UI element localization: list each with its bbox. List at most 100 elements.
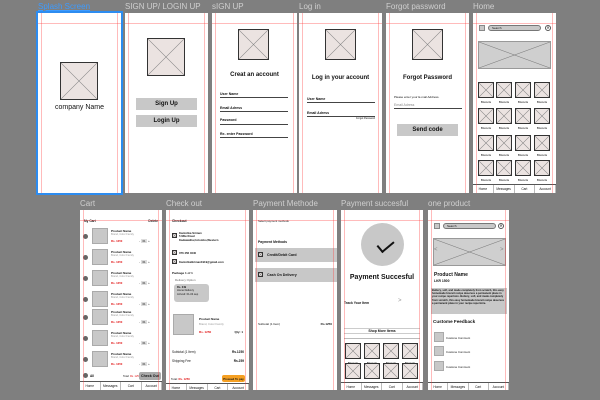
close-icon[interactable]: ✕ (498, 223, 504, 229)
chevron-right-icon[interactable]: > (500, 247, 504, 253)
quantity-stepper[interactable]: -01 + (139, 239, 150, 243)
product-tile-image[interactable] (478, 160, 494, 176)
shipping-address[interactable]: Kanishka Sriman 5 Mile Road Kadawatha,Co… (179, 231, 218, 242)
product-tile-image[interactable] (534, 160, 550, 176)
frame-label-checkout[interactable]: Check out (166, 199, 202, 208)
nav-item-home[interactable]: Home (473, 185, 494, 193)
nav-item-cart[interactable]: Cart (515, 185, 536, 193)
nav-item-account[interactable]: Account (403, 383, 423, 390)
nav-item-account[interactable]: Account (535, 185, 556, 193)
nav-item-messages[interactable]: Messages (448, 383, 469, 390)
product-tile-image[interactable] (515, 108, 531, 124)
minus-button[interactable]: - (139, 341, 140, 345)
reenter-password-field[interactable] (220, 137, 288, 138)
nav-item-cart[interactable]: Cart (121, 382, 142, 390)
frame-checkout[interactable]: Checkout Kanishka Sriman 5 Mile Road Kad… (166, 210, 249, 390)
product-tile-image[interactable] (534, 82, 550, 98)
nav-item-cart[interactable]: Cart (469, 383, 489, 390)
check-out-button[interactable]: Check Out (139, 372, 161, 380)
minus-button[interactable]: - (139, 260, 140, 264)
frame-label-payment-success[interactable]: Payment succesful (341, 199, 408, 208)
username-field[interactable] (307, 102, 375, 103)
chevron-right-icon[interactable]: > (398, 298, 402, 304)
frame-forgot-password[interactable]: Forgot Password Please enter your E-mail… (386, 13, 469, 193)
product-tile-image[interactable] (496, 108, 512, 124)
frame-product[interactable]: Search ✕ < > Product Name LKR 1500 Butte… (428, 210, 509, 390)
frame-label-forgot[interactable]: Forgot password (386, 2, 446, 11)
product-tile-image[interactable] (402, 343, 418, 359)
quantity-stepper[interactable]: -01 + (139, 341, 150, 345)
nav-item-cart[interactable]: Cart (382, 383, 403, 390)
product-tile-image[interactable] (496, 82, 512, 98)
product-tile-image[interactable] (345, 363, 361, 379)
frame-label-signup[interactable]: sIGN UP (212, 2, 244, 11)
item-select-checkbox[interactable] (83, 315, 88, 320)
quantity-stepper[interactable]: -01 + (139, 320, 150, 324)
frame-login[interactable]: Log in your account User Name Email Adre… (299, 13, 382, 193)
product-tile-image[interactable] (402, 363, 418, 379)
product-tile-image[interactable] (515, 160, 531, 176)
frame-home[interactable]: Search ✕ Biscuits Biscuits Biscuits Biscuit… (473, 13, 556, 193)
password-field[interactable] (220, 124, 288, 125)
product-tile-image[interactable] (478, 108, 494, 124)
minus-button[interactable]: - (139, 302, 140, 306)
cart-item[interactable]: Product Name Brand, Color Family Rs. 1250-… (80, 249, 162, 267)
frame-label-home[interactable]: Home (473, 2, 494, 11)
frame-label-splash[interactable]: Splash Screen (38, 2, 90, 11)
minus-button[interactable]: - (139, 362, 140, 366)
product-tile-image[interactable] (364, 343, 380, 359)
frame-cart[interactable]: My Cart Delete Product Name Brand, Color … (80, 210, 162, 390)
product-tile-image[interactable] (496, 160, 512, 176)
quantity-stepper[interactable]: -01 + (139, 302, 150, 306)
email-field[interactable] (220, 111, 288, 112)
product-tile-image[interactable] (534, 108, 550, 124)
send-code-button[interactable]: Send code (397, 124, 458, 136)
plus-button[interactable]: + (148, 341, 150, 345)
track-item-link[interactable]: Track Your Item (344, 301, 369, 305)
nav-item-account[interactable]: Account (228, 384, 249, 390)
frame-label-signup-login[interactable]: SIGN UP/ LOGIN UP (125, 2, 201, 11)
frame-payment-method[interactable]: Select payment methods Payment Methods C… (253, 210, 337, 390)
cart-item[interactable]: Product Name Brand, Color Family Rs. 1250-… (80, 309, 162, 327)
nav-item-home[interactable]: Home (166, 384, 187, 390)
select-all-checkbox[interactable] (83, 373, 88, 378)
frame-signup-login[interactable]: Sign Up Login Up (125, 13, 208, 193)
search-input[interactable]: Search (443, 223, 496, 229)
product-tile-image[interactable] (364, 363, 380, 379)
nav-item-messages[interactable]: Messages (101, 382, 121, 390)
nav-item-account[interactable]: Account (489, 383, 509, 390)
quantity-stepper[interactable]: -01 + (139, 260, 150, 264)
product-tile-image[interactable] (478, 135, 494, 151)
menu-icon[interactable] (479, 25, 485, 31)
product-tile-image[interactable] (515, 82, 531, 98)
delete-button[interactable]: Delete (148, 219, 158, 223)
item-select-checkbox[interactable] (83, 255, 88, 260)
shop-more-items-button[interactable]: Shop More Items (344, 328, 420, 334)
product-tile-image[interactable] (534, 135, 550, 151)
quantity-stepper[interactable]: -01 + (139, 362, 150, 366)
cart-item[interactable]: Product Name Brand, Color Family Rs. 1250-… (80, 330, 162, 348)
delivery-option-card[interactable]: Rs. 249 Home Delivery Arrived: 01-04 sep (174, 284, 209, 302)
quantity-stepper[interactable]: -01 + (139, 281, 150, 285)
cart-item[interactable]: Product Name Brand, Color Family Rs. 1250-… (80, 291, 162, 309)
item-select-checkbox[interactable] (83, 297, 88, 302)
menu-icon[interactable] (434, 223, 440, 229)
close-icon[interactable]: ✕ (545, 25, 551, 31)
cash-on-delivery-option[interactable]: Cash On Delivery (255, 268, 337, 282)
item-select-checkbox[interactable] (83, 357, 88, 362)
proceed-to-pay-button[interactable]: Proceed To pay (222, 375, 245, 382)
nav-item-messages[interactable]: Messages (494, 185, 515, 193)
frame-payment-success[interactable]: Payment Succesful Track Your Item > Shop… (341, 210, 423, 390)
nav-item-account[interactable]: Account (142, 382, 162, 390)
item-select-checkbox[interactable] (83, 276, 88, 281)
frame-label-product[interactable]: one product (428, 199, 470, 208)
cart-item[interactable]: Product Name Brand, Color Family Rs. 1250-… (80, 228, 162, 246)
minus-button[interactable]: - (139, 281, 140, 285)
product-tile-image[interactable] (515, 135, 531, 151)
plus-button[interactable]: + (148, 362, 150, 366)
nav-item-messages[interactable]: Messages (187, 384, 208, 390)
frame-signup[interactable]: Creat an account User Name Email Adress … (212, 13, 297, 193)
credit-card-option[interactable]: Credit/Debit Card (255, 248, 337, 262)
frame-label-login[interactable]: Log in (299, 2, 321, 11)
nav-item-home[interactable]: Home (428, 383, 449, 390)
